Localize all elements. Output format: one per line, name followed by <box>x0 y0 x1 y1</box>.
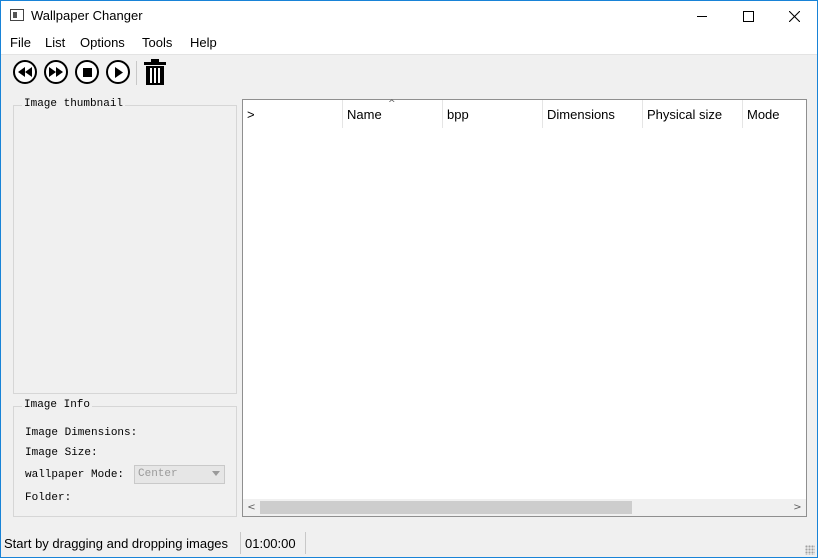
window-title: Wallpaper Changer <box>31 8 143 23</box>
column-label: Name <box>347 107 382 122</box>
stop-icon <box>82 67 92 77</box>
title-bar[interactable]: Wallpaper Changer <box>1 1 817 32</box>
menu-options[interactable]: Options <box>80 35 125 50</box>
wallpaper-mode-select[interactable]: Center <box>134 465 225 484</box>
maximize-icon <box>742 11 754 22</box>
minimize-button[interactable] <box>679 1 725 32</box>
column-label: > <box>247 107 255 122</box>
column-header-dimensions[interactable]: Dimensions <box>543 100 643 128</box>
column-header-bpp[interactable]: bpp <box>443 100 543 128</box>
column-label: Dimensions <box>547 107 615 122</box>
app-icon <box>10 9 24 21</box>
column-label: Physical size <box>647 107 723 122</box>
horizontal-scrollbar[interactable]: < > <box>243 499 806 516</box>
column-label: Mode <box>747 107 780 122</box>
toolbar-separator <box>136 61 137 85</box>
scroll-right-icon[interactable]: > <box>789 499 806 516</box>
image-list[interactable]: > ^ Name bpp Dimensions Physical size Mo… <box>242 99 807 517</box>
rewind-icon <box>18 67 32 77</box>
menu-bar: File List Options Tools Help <box>1 32 817 54</box>
column-header-physical-size[interactable]: Physical size <box>643 100 743 128</box>
fast-forward-button[interactable] <box>44 60 68 84</box>
image-dimensions-label: Image Dimensions: <box>25 427 138 439</box>
thumbnail-group: Image thumbnail <box>13 98 237 394</box>
toolbar <box>1 54 817 91</box>
chevron-down-icon <box>212 471 220 476</box>
wallpaper-mode-label: wallpaper Mode: <box>25 469 125 481</box>
app-window: Wallpaper Changer File List Options Tool… <box>0 0 818 558</box>
menu-file[interactable]: File <box>10 35 31 50</box>
status-separator <box>240 532 241 554</box>
column-header-mode[interactable]: Mode <box>743 100 806 128</box>
column-header-name[interactable]: ^ Name <box>343 99 443 128</box>
thumbnail-group-title: Image thumbnail <box>22 98 126 110</box>
trash-icon <box>144 59 166 85</box>
status-timer: 01:00:00 <box>245 536 296 551</box>
menu-help[interactable]: Help <box>190 35 217 50</box>
menu-tools[interactable]: Tools <box>142 35 172 50</box>
rewind-button[interactable] <box>13 60 37 84</box>
scroll-left-icon[interactable]: < <box>243 499 260 516</box>
trash-button[interactable] <box>144 59 166 85</box>
play-icon <box>114 66 123 78</box>
fast-forward-icon <box>49 67 63 77</box>
stop-button[interactable] <box>75 60 99 84</box>
folder-label: Folder: <box>25 492 72 504</box>
status-message: Start by dragging and dropping images <box>4 536 229 551</box>
column-label: bpp <box>447 107 469 122</box>
play-button[interactable] <box>106 60 130 84</box>
minimize-icon <box>697 16 707 17</box>
list-header: > ^ Name bpp Dimensions Physical size Mo… <box>243 99 806 128</box>
status-separator <box>305 532 306 554</box>
menu-list[interactable]: List <box>45 35 65 50</box>
image-info-title: Image Info <box>22 399 93 411</box>
wallpaper-mode-value: Center <box>138 468 178 480</box>
image-info-group: Image Info Image Dimensions: Image Size:… <box>13 399 237 517</box>
close-icon <box>788 11 800 22</box>
maximize-button[interactable] <box>725 1 771 32</box>
resize-grip-icon[interactable] <box>805 545 815 555</box>
column-header-indicator[interactable]: > <box>243 100 343 128</box>
scrollbar-thumb[interactable] <box>260 501 632 514</box>
sort-ascending-icon: ^ <box>388 99 396 109</box>
status-bar: Start by dragging and dropping images 01… <box>1 529 817 557</box>
image-size-label: Image Size: <box>25 447 98 459</box>
close-button[interactable] <box>771 1 817 32</box>
